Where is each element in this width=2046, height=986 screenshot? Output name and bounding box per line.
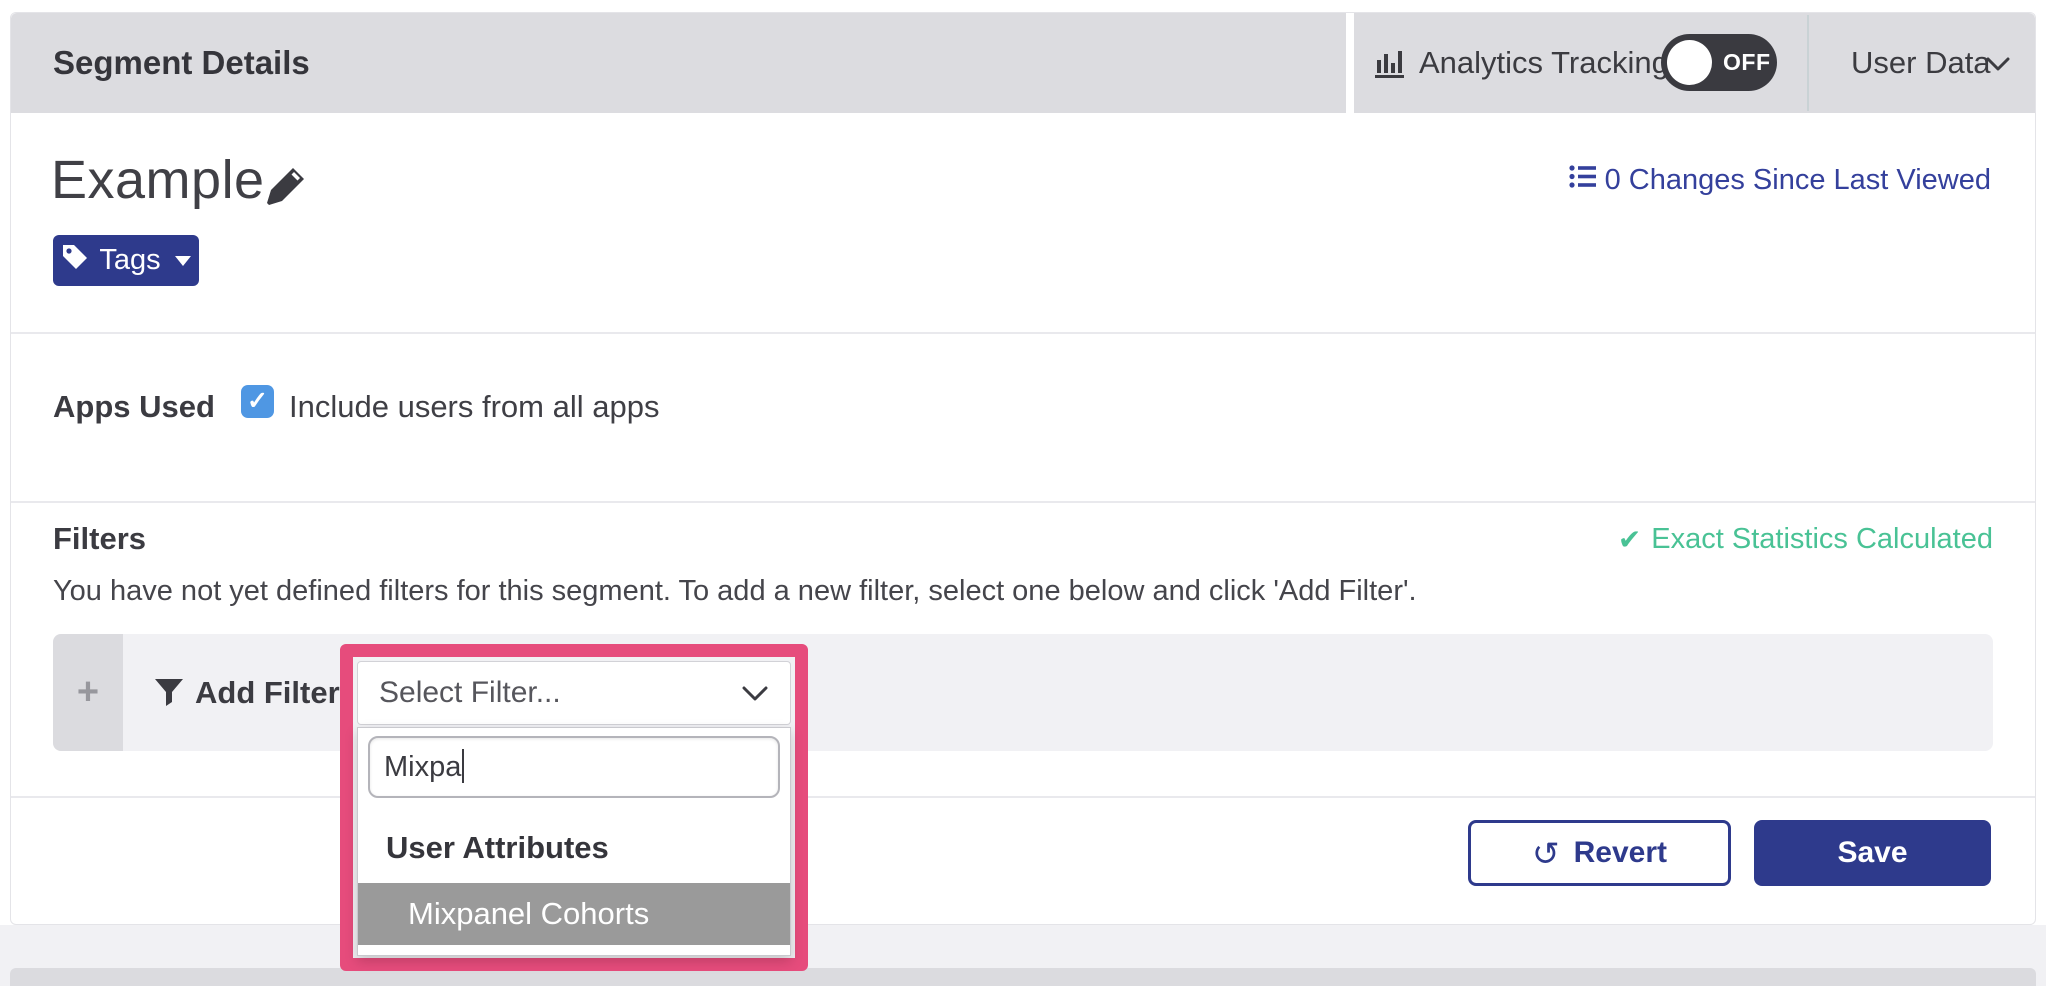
user-data-menu[interactable]: User Data — [1851, 13, 1991, 113]
add-filter-plus-button[interactable]: + — [53, 634, 123, 751]
header-gap — [1346, 13, 1354, 113]
changes-since-last-viewed-link[interactable]: 0 Changes Since Last Viewed — [1569, 163, 1991, 198]
revert-button-label: Revert — [1574, 836, 1667, 870]
header-divider — [1807, 15, 1809, 111]
text-cursor — [462, 749, 464, 783]
filter-search-value: Mixpa — [384, 751, 461, 783]
add-filter-label: Add Filter — [195, 634, 340, 751]
analytics-tracking-toggle[interactable]: OFF — [1661, 34, 1777, 91]
exact-statistics-status: ✔ Exact Statistics Calculated — [1618, 523, 1993, 556]
tags-button-label: Tags — [99, 244, 160, 277]
filter-dropdown-annotation: Select Filter... Mixpa User Attributes M… — [340, 644, 808, 971]
tags-button[interactable]: Tags — [53, 235, 199, 286]
revert-button[interactable]: ↺ Revert — [1468, 820, 1731, 886]
check-icon: ✔ — [1618, 523, 1641, 556]
include-all-apps-label: Include users from all apps — [289, 389, 659, 425]
filter-select-value: Select Filter... — [379, 662, 561, 724]
segment-details-card: Segment Details Analytics Tracking OFF U… — [10, 12, 2036, 925]
include-all-apps-checkbox[interactable]: ✓ — [241, 385, 274, 418]
filters-heading: Filters — [53, 521, 146, 557]
checkbox-check-icon: ✓ — [247, 387, 268, 415]
filter-select[interactable]: Select Filter... — [357, 661, 791, 725]
chevron-down-icon[interactable] — [1986, 57, 2010, 77]
changes-link-label: 0 Changes Since Last Viewed — [1605, 164, 1991, 197]
section-divider — [11, 332, 2035, 334]
segment-name: Example — [51, 149, 265, 211]
filter-dropdown-panel: Mixpa User Attributes Mixpanel Cohorts — [357, 727, 791, 956]
next-section-bar — [10, 968, 2036, 986]
apps-used-label: Apps Used — [53, 389, 215, 425]
exact-statistics-label: Exact Statistics Calculated — [1651, 523, 1993, 556]
toggle-knob[interactable] — [1667, 40, 1712, 85]
select-chevron-down-icon — [742, 686, 768, 707]
card-header: Segment Details Analytics Tracking OFF U… — [11, 13, 2035, 113]
analytics-tracking-label: Analytics Tracking — [1419, 13, 1669, 113]
section-divider — [11, 796, 2035, 798]
tag-icon — [61, 243, 89, 279]
save-button[interactable]: Save — [1754, 820, 1991, 886]
changes-list-icon — [1569, 163, 1596, 198]
filters-description: You have not yet defined filters for thi… — [53, 575, 1417, 608]
filter-search-input[interactable]: Mixpa — [368, 736, 780, 798]
edit-pencil-icon[interactable] — [263, 163, 309, 214]
toggle-state-label: OFF — [1723, 34, 1771, 91]
revert-icon: ↺ — [1532, 834, 1560, 873]
page-title: Segment Details — [53, 13, 310, 113]
filter-funnel-icon — [153, 677, 185, 714]
analytics-bars-icon — [1375, 46, 1409, 85]
section-divider — [11, 501, 2035, 503]
caret-down-icon — [175, 256, 191, 266]
segment-details-page: Segment Details Analytics Tracking OFF U… — [0, 0, 2046, 986]
dropdown-option-mixpanel-cohorts[interactable]: Mixpanel Cohorts — [358, 883, 790, 945]
dropdown-group-label: User Attributes — [386, 830, 609, 866]
